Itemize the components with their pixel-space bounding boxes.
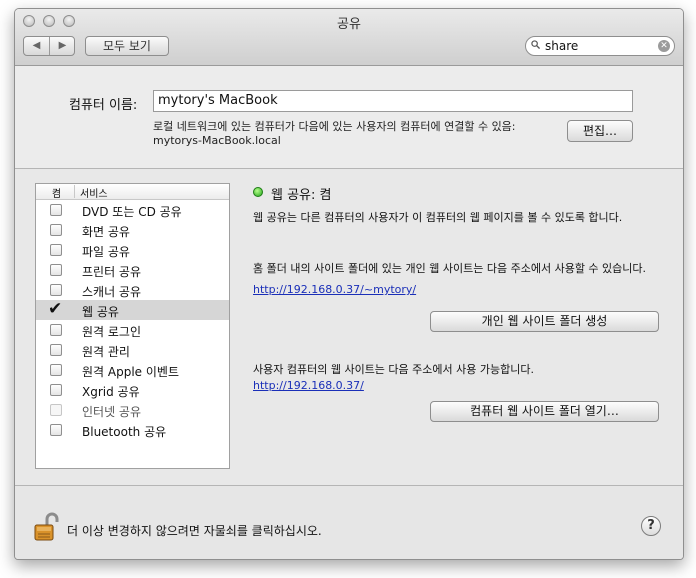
titlebar: 공유 ◀ ▶ 모두 보기 share ✕ [15,9,683,66]
back-arrow-icon: ◀ [32,40,41,51]
service-column-header[interactable]: 서비스 [74,185,108,200]
sharing-window: 공유 ◀ ▶ 모두 보기 share ✕ 컴퓨터 이름: mytory's Ma… [14,8,684,560]
computer-name-section: 컴퓨터 이름: mytory's MacBook 로컬 네트워크에 있는 컴퓨터… [15,66,683,169]
help-button[interactable]: ? [641,516,661,536]
service-row[interactable]: ✔ 웹 공유 [36,299,229,320]
service-row[interactable]: DVD 또는 CD 공유 [36,200,229,220]
service-label: 웹 공유 [82,305,119,319]
checkmark-icon: ✔ [48,299,63,319]
service-label: Xgrid 공유 [82,385,140,399]
open-computer-site-folder-button[interactable]: 컴퓨터 웹 사이트 폴더 열기… [430,401,659,422]
service-description: 웹 공유는 다른 컴퓨터의 사용자가 이 컴퓨터의 웹 페이지를 볼 수 있도록… [253,211,623,224]
service-label: 인터넷 공유 [82,405,142,419]
service-row[interactable]: 프린터 공유 [36,260,229,280]
service-label: 화면 공유 [82,225,130,239]
computer-name-field[interactable]: mytory's MacBook [153,90,633,112]
service-row[interactable]: Xgrid 공유 [36,380,229,400]
forward-button[interactable]: ▶ [50,37,75,55]
service-label: 스캐너 공유 [82,285,142,299]
search-icon [531,40,540,49]
service-label: 원격 관리 [82,345,130,359]
service-row[interactable]: 원격 로그인 [36,320,229,340]
local-network-text: 로컬 네트워크에 있는 컴퓨터가 다음에 있는 사용자의 컴퓨터에 연결할 수 … [153,120,516,133]
service-label: Bluetooth 공유 [82,425,167,439]
local-hostname: mytorys-MacBook.local [153,134,281,147]
service-row[interactable]: 파일 공유 [36,240,229,260]
computer-name-description: 로컬 네트워크에 있는 컴퓨터가 다음에 있는 사용자의 컴퓨터에 연결할 수 … [153,120,516,148]
create-personal-site-folder-button[interactable]: 개인 웹 사이트 폴더 생성 [430,311,659,332]
service-checkbox[interactable] [50,204,62,216]
unlocked-padlock-icon[interactable] [33,512,59,542]
service-row[interactable]: 인터넷 공유 [36,400,229,420]
service-checkbox[interactable] [50,384,62,396]
service-label: 원격 로그인 [82,325,142,339]
service-checkbox[interactable] [50,244,62,256]
services-list: 켬 서비스 DVD 또는 CD 공유화면 공유파일 공유프린터 공유스캐너 공유… [35,183,230,469]
services-list-header: 켬 서비스 [36,184,229,200]
service-checkbox [50,404,62,416]
edit-button[interactable]: 편집… [567,120,633,142]
service-row[interactable]: 원격 Apple 이벤트 [36,360,229,380]
service-row[interactable]: 화면 공유 [36,220,229,240]
personal-site-link[interactable]: http://192.168.0.37/~mytory/ [253,283,416,296]
service-checkbox[interactable] [50,424,62,436]
footer-bar: 더 이상 변경하지 않으려면 자물쇠를 클릭하십시오. ? [15,485,683,559]
back-button[interactable]: ◀ [24,37,50,55]
window-title: 공유 [337,17,361,32]
lock-instruction-text: 더 이상 변경하지 않으려면 자물쇠를 클릭하십시오. [67,524,322,538]
service-checkbox[interactable] [50,324,62,336]
computer-name-label: 컴퓨터 이름: [69,98,138,113]
on-column-header[interactable]: 켬 [44,185,69,200]
service-detail-panel: 웹 공유: 켬 웹 공유는 다른 컴퓨터의 사용자가 이 컴퓨터의 웹 페이지를… [253,183,673,473]
search-field[interactable]: share ✕ [525,36,675,56]
clear-search-icon[interactable]: ✕ [658,40,670,52]
service-status-title: 웹 공유: 켬 [271,188,332,203]
service-row[interactable]: Bluetooth 공유 [36,420,229,440]
service-checkbox[interactable] [50,344,62,356]
service-checkbox[interactable] [50,224,62,236]
forward-arrow-icon: ▶ [58,40,67,51]
computer-site-link[interactable]: http://192.168.0.37/ [253,379,364,392]
search-input-value[interactable]: share [545,39,578,53]
service-label: 파일 공유 [82,245,130,259]
service-row[interactable]: 스캐너 공유 [36,280,229,300]
service-checkbox[interactable] [50,284,62,296]
service-label: 원격 Apple 이벤트 [82,365,179,379]
status-indicator-icon [253,187,263,197]
service-label: 프린터 공유 [82,265,142,279]
service-checkbox[interactable] [50,264,62,276]
show-all-button[interactable]: 모두 보기 [85,36,169,56]
service-checkbox[interactable] [50,364,62,376]
personal-site-text: 홈 폴더 내의 사이트 폴더에 있는 개인 웹 사이트는 다음 주소에서 사용할… [253,262,647,275]
nav-buttons: ◀ ▶ [23,36,75,56]
computer-site-text: 사용자 컴퓨터의 웹 사이트는 다음 주소에서 사용 가능합니다. [253,363,534,376]
service-row[interactable]: 원격 관리 [36,340,229,360]
service-label: DVD 또는 CD 공유 [82,205,182,219]
